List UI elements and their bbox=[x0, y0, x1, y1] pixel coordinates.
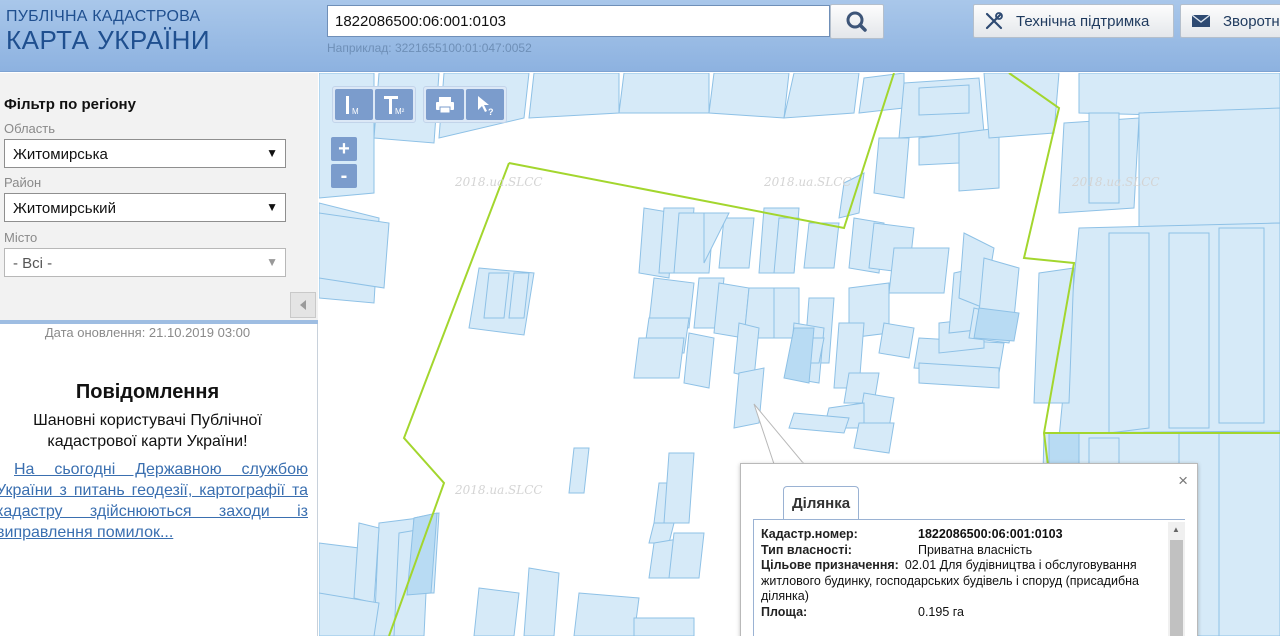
print-button[interactable] bbox=[426, 89, 464, 120]
filter-title: Фільтр по регіону bbox=[4, 96, 136, 113]
sidebar: Фільтр по регіону Область Житомирська ▼ … bbox=[0, 73, 318, 636]
cadastral-map[interactable]: 2018.ua.SLCC 2018.ua.SLCC 2018.ua.SLCC 2… bbox=[319, 73, 1280, 636]
divider bbox=[0, 320, 318, 324]
feedback-button[interactable]: Зворотний зв'язок bbox=[1180, 4, 1280, 38]
feedback-label: Зворотний зв'язок bbox=[1223, 12, 1280, 30]
notice-link[interactable]: На сьогодні Державною службою України з … bbox=[0, 459, 308, 543]
map-watermark: 2018.ua.SLCC bbox=[764, 175, 852, 189]
zoom-in-button[interactable]: + bbox=[331, 137, 357, 161]
attr-key: Кадастр.номер: bbox=[761, 527, 858, 541]
info-cursor-icon: ? bbox=[478, 95, 494, 117]
header: ПУБЛІЧНА КАДАСТРОВА КАРТА УКРАЇНИ Наприк… bbox=[0, 0, 1280, 72]
scrollbar-thumb[interactable] bbox=[1170, 540, 1183, 636]
region-select[interactable]: Житомирська ▼ bbox=[4, 139, 286, 168]
svg-text:M²: M² bbox=[395, 107, 405, 116]
map-watermark: 2018.ua.SLCC bbox=[1072, 175, 1160, 189]
region-label: Область bbox=[4, 121, 56, 136]
district-select[interactable]: Житомирський ▼ bbox=[4, 193, 286, 222]
measure-area-button[interactable]: M² bbox=[375, 89, 413, 120]
city-select[interactable]: - Всі - ▼ bbox=[4, 248, 286, 277]
zoom-control: + - bbox=[331, 137, 357, 188]
technical-support-button[interactable]: Технічна підтримка bbox=[973, 4, 1174, 38]
popup-pointer bbox=[753, 403, 806, 465]
update-date: Дата оновлення: 21.10.2019 03:00 bbox=[44, 325, 251, 340]
attr-value: Приватна власність bbox=[918, 542, 1033, 557]
print-icon bbox=[436, 96, 454, 113]
attr-purpose: Цільове призначення: 02.01 Для будівництв… bbox=[761, 558, 1161, 605]
popup-body: Кадастр.номер: 1822086500:06:001:0103 Тип… bbox=[753, 519, 1185, 636]
print-info-toolbar: ? bbox=[423, 86, 507, 123]
dropdown-arrow-icon: ▼ bbox=[266, 146, 278, 160]
map-watermark: 2018.ua.SLCC bbox=[455, 175, 543, 189]
region-filter-panel: Фільтр по регіону Область Житомирська ▼ … bbox=[0, 73, 318, 320]
tab-parcel[interactable]: Ділянка bbox=[783, 486, 860, 519]
svg-text:?: ? bbox=[488, 107, 494, 117]
region-select-value: Житомирська bbox=[13, 146, 108, 163]
attr-value: 0.195 га bbox=[918, 604, 964, 619]
search-example-hint: Наприклад: 3221655100:01:047:0052 bbox=[327, 41, 532, 55]
cadastral-search-input[interactable] bbox=[327, 5, 830, 37]
district-select-value: Житомирський bbox=[13, 200, 116, 217]
notice-greeting: Шановні користувачі Публічної кадастрово… bbox=[33, 412, 262, 450]
measure-distance-icon: M bbox=[346, 95, 359, 116]
popup-scrollbar[interactable]: ▲ bbox=[1168, 522, 1185, 636]
site-logo[interactable]: ПУБЛІЧНА КАДАСТРОВА КАРТА УКРАЇНИ bbox=[6, 8, 211, 55]
chevron-left-icon bbox=[300, 300, 306, 310]
logo-line-1: ПУБЛІЧНА КАДАСТРОВА bbox=[6, 8, 201, 25]
city-label: Місто bbox=[4, 230, 38, 245]
district-label: Район bbox=[4, 175, 42, 190]
info-cursor-button[interactable]: ? bbox=[466, 89, 504, 120]
attr-key: Тип власності: bbox=[761, 542, 852, 557]
svg-text:M: M bbox=[352, 107, 359, 116]
city-select-value: - Всі - bbox=[13, 255, 53, 272]
search-button[interactable] bbox=[830, 4, 884, 39]
technical-support-label: Технічна підтримка bbox=[1016, 12, 1150, 30]
measure-area-icon: M² bbox=[384, 95, 405, 116]
parcel-attributes: Кадастр.номер: 1822086500:06:001:0103 Тип… bbox=[761, 527, 1161, 620]
attr-cadastral-number: Кадастр.номер: 1822086500:06:001:0103 bbox=[761, 527, 1161, 543]
attr-ownership-type: Тип власності: Приватна власність bbox=[761, 543, 1161, 559]
scroll-up-icon[interactable]: ▲ bbox=[1172, 525, 1180, 534]
zoom-out-button[interactable]: - bbox=[331, 164, 357, 188]
parcel-info-popup: × Ділянка Кадастр.номер: 1822086500:06:00… bbox=[740, 463, 1198, 636]
dropdown-arrow-icon: ▼ bbox=[266, 200, 278, 214]
envelope-icon bbox=[1191, 14, 1211, 28]
measure-toolbar: M M² bbox=[332, 86, 416, 123]
attr-key: Площа: bbox=[761, 604, 808, 619]
close-icon[interactable]: × bbox=[1178, 471, 1188, 491]
search-icon bbox=[846, 11, 867, 32]
attr-key: Цільове призначення: bbox=[761, 558, 899, 572]
notice-title: Повідомлення bbox=[75, 381, 220, 403]
attr-area: Площа: 0.195 га bbox=[761, 605, 1161, 621]
collapse-sidebar-button[interactable] bbox=[290, 292, 316, 318]
map-watermark: 2018.ua.SLCC bbox=[455, 483, 543, 497]
dropdown-arrow-icon: ▼ bbox=[266, 255, 278, 269]
logo-line-2: КАРТА УКРАЇНИ bbox=[6, 25, 211, 55]
tools-icon bbox=[984, 11, 1004, 31]
attr-value: 1822086500:06:001:0103 bbox=[918, 527, 1063, 541]
measure-distance-button[interactable]: M bbox=[335, 89, 373, 120]
